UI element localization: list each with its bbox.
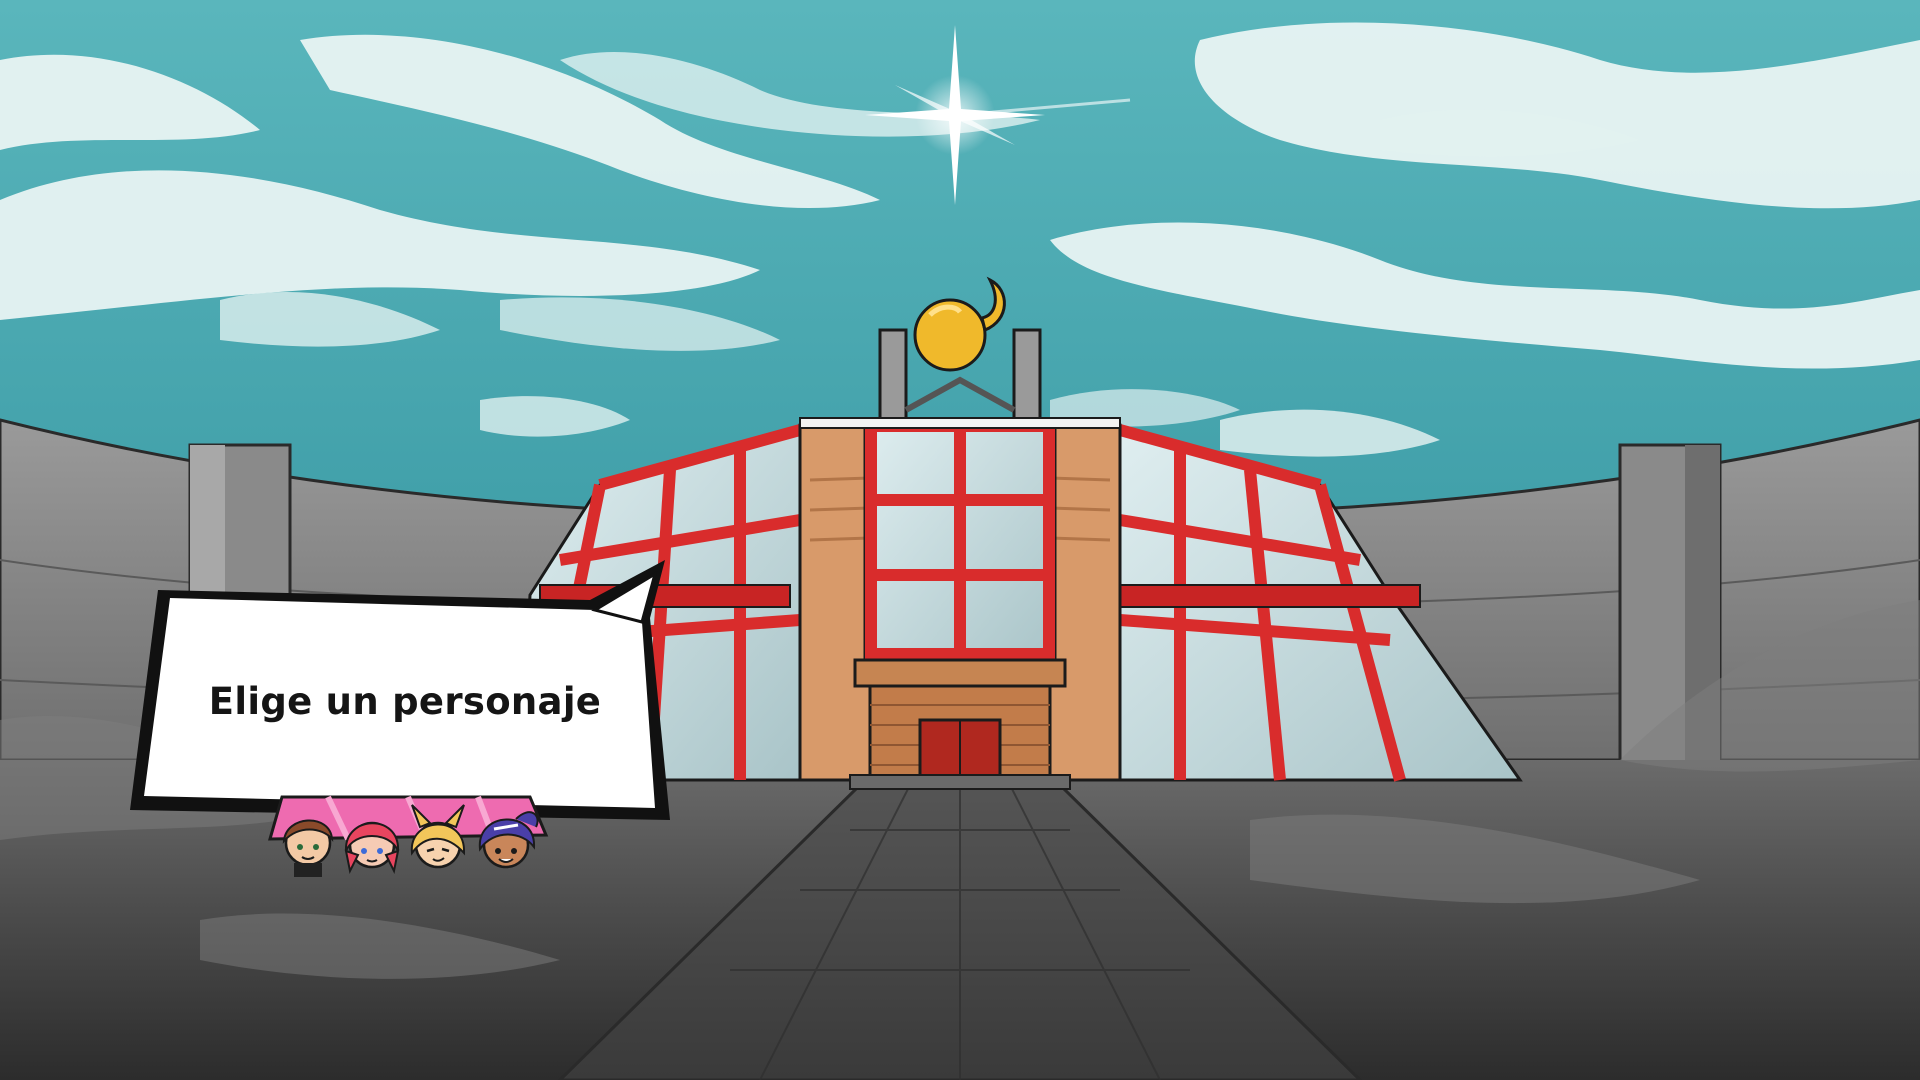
character-portraits (268, 795, 558, 885)
character-2-portrait[interactable] (344, 821, 400, 875)
dialog-text: Elige un personaje (208, 680, 602, 723)
speech-bubble-dialog: Elige un personaje (130, 560, 690, 830)
background-stadium-scene (0, 0, 1920, 1080)
character-1-portrait[interactable] (282, 819, 334, 877)
character-select-strip (268, 795, 549, 877)
game-scene: Elige un personaje (0, 0, 1920, 1080)
